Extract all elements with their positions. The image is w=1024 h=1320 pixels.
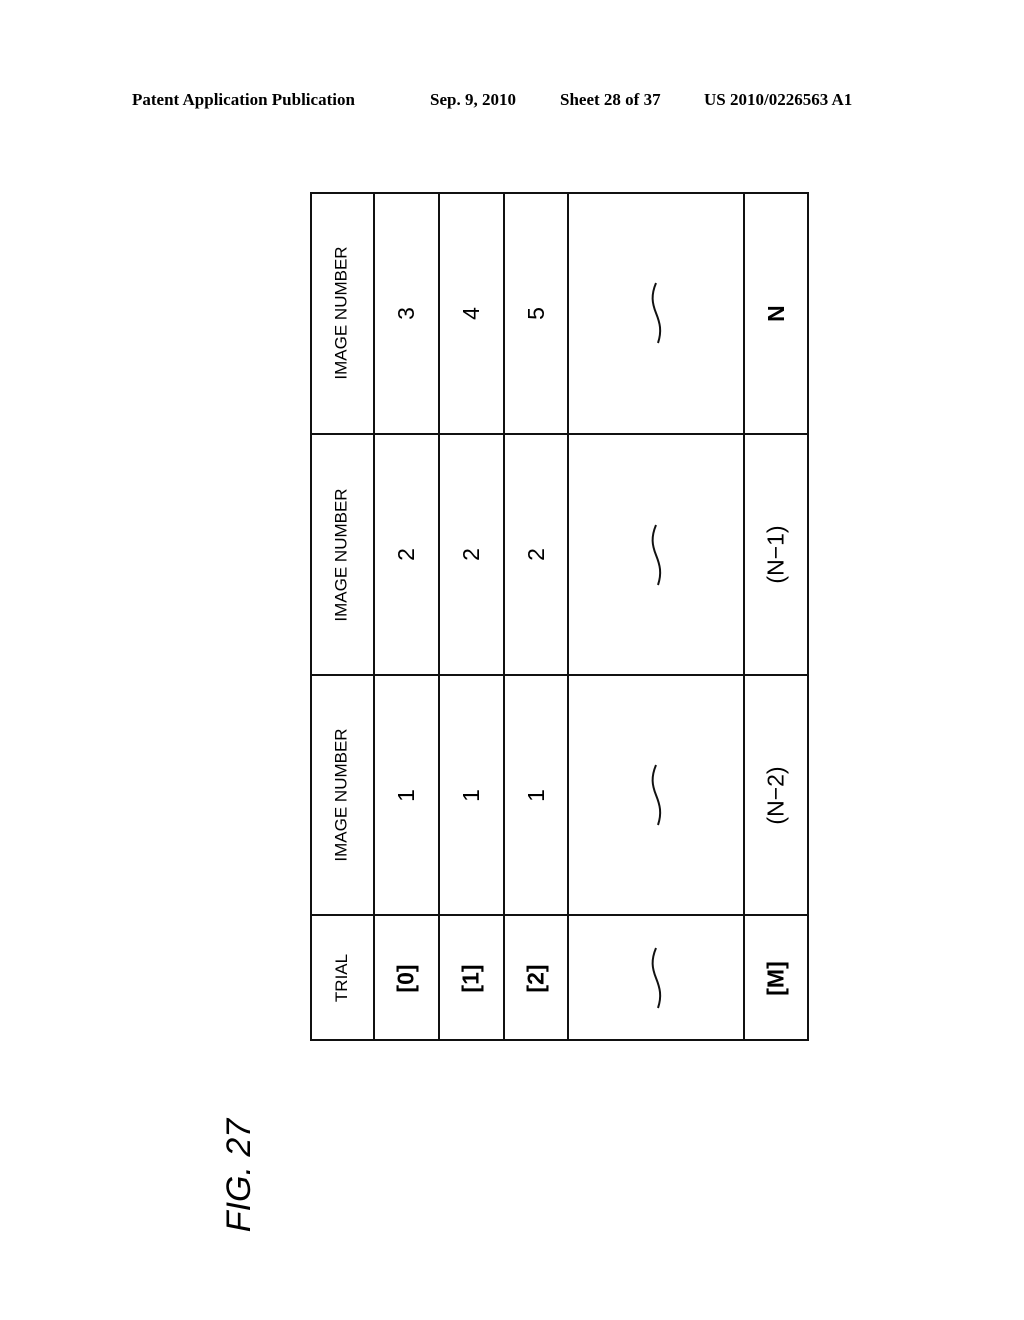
table-cell [568,675,744,915]
cell-value: N [763,304,789,322]
table-cell: 1 [504,675,568,915]
patent-number: US 2010/0226563 A1 [704,90,853,109]
table-cell: 2 [439,434,504,675]
table-cell: (N−2) [744,675,809,915]
cell-value: (N−1) [763,525,789,584]
column-header-label: TRIAL [332,953,351,1003]
cell-value: [1] [458,963,484,993]
sheet-number: Sheet 28 of 37 [560,90,661,109]
column-header: IMAGE NUMBER [310,192,374,434]
cell-value: 3 [392,306,419,320]
column-header: TRIAL [310,915,374,1041]
trial-image-table: TRIAL IMAGE NUMBER IMAGE NUMBER IMAGE NUMBE… [310,192,809,1041]
table-cell: [2] [504,915,568,1041]
ellipsis-wave-icon [648,946,664,1010]
table-cell: 2 [374,434,439,675]
table-cell: 5 [504,192,568,434]
cell-value: 5 [522,306,549,320]
figure-label-text: FIG. 27 [220,1118,259,1232]
cell-value: [M] [762,960,789,996]
cell-value: 1 [522,788,549,802]
ellipsis-wave-icon [648,763,664,827]
table-cell [568,192,744,434]
column-header-label: IMAGE NUMBER [332,246,351,380]
cell-value: 2 [457,548,484,561]
publication-label: Patent Application Publication [132,90,355,109]
cell-value: 2 [392,548,419,561]
column-header: IMAGE NUMBER [310,434,374,675]
cell-value: [2] [522,963,549,993]
table-cell: 2 [504,434,568,675]
table-cell: 3 [374,192,439,434]
cell-value: [0] [393,963,419,993]
table-cell: 1 [439,675,504,915]
table-cell [568,915,744,1041]
table-cell [568,434,744,675]
column-header: IMAGE NUMBER [310,675,374,915]
table-cell: [M] [744,915,809,1041]
publication-date: Sep. 9, 2010 [430,90,516,109]
figure-label: FIG. 27 [210,1115,270,1235]
column-header-label: IMAGE NUMBER [332,728,351,862]
table-cell: 4 [439,192,504,434]
ellipsis-wave-icon [648,281,664,345]
cell-value: 2 [522,548,549,561]
table-cell: (N−1) [744,434,809,675]
column-header-label: IMAGE NUMBER [332,487,351,622]
ellipsis-wave-icon [648,523,664,587]
table-cell: N [744,192,809,434]
cell-value: 4 [457,306,484,320]
table-cell: [1] [439,915,504,1041]
table-cell: 1 [374,675,439,915]
cell-value: 1 [457,788,484,802]
cell-value: 1 [392,788,419,802]
cell-value: (N−2) [763,765,789,825]
table-cell: [0] [374,915,439,1041]
